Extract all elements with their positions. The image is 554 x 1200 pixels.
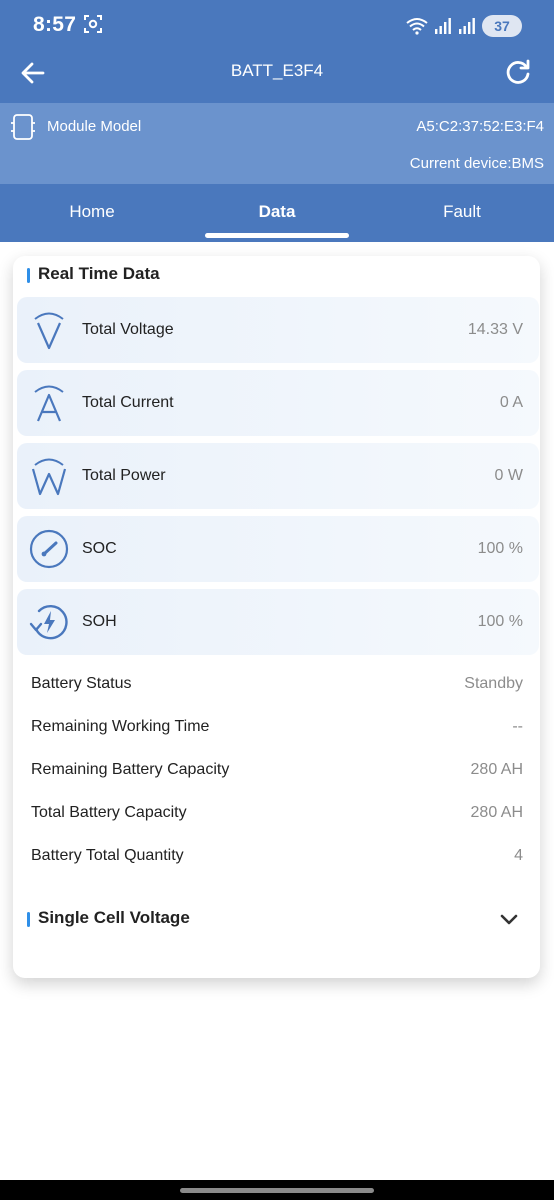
metric-label: SOC [82,540,117,557]
metric-value: 0 W [494,467,523,484]
health-icon [29,604,68,640]
tab-fault[interactable]: Fault [370,184,554,238]
app-bar: BATT_E3F4 [0,52,554,104]
info-row-remaining-capacity: Remaining Battery Capacity 280 AH [13,756,540,786]
signal-icon [435,18,451,34]
battery-level: 37 [494,18,510,34]
info-value: -- [512,718,523,735]
module-icon [11,114,35,140]
voltage-icon [34,312,64,350]
tab-data[interactable]: Data [185,184,369,238]
metric-label: Total Current [82,394,174,411]
info-label: Remaining Battery Capacity [31,761,230,778]
metric-value: 100 % [477,613,523,630]
power-icon [31,458,67,496]
module-model-label: Module Model [47,118,142,135]
section-accent-bar [27,268,30,283]
metric-soh: SOH 100 % [17,589,539,655]
real-time-header: Real Time Data [13,262,540,290]
metric-value: 0 A [499,394,523,411]
section-accent-bar [27,912,30,927]
info-row-total-quantity: Battery Total Quantity 4 [13,842,540,872]
metric-label: Total Power [82,467,166,484]
info-value: 280 AH [470,804,523,821]
metric-total-voltage: Total Voltage 14.33 V [17,297,539,363]
status-bar: 8:57 37 [0,0,554,52]
metric-total-power: Total Power 0 W [17,443,539,509]
screen-record-icon [84,15,102,33]
info-row-remaining-time: Remaining Working Time -- [13,713,540,743]
info-row-battery-status: Battery Status Standby [13,670,540,700]
battery-indicator: 37 [482,15,522,37]
info-label: Battery Total Quantity [31,847,184,864]
signal-icon [459,18,475,34]
info-row-total-capacity: Total Battery Capacity 280 AH [13,799,540,829]
module-info-band: Module Model A5:C2:37:52:E3:F4 Current d… [0,103,554,184]
active-tab-indicator [205,233,349,238]
refresh-button[interactable] [504,58,532,86]
current-icon [34,385,64,422]
metric-value: 100 % [477,540,523,557]
status-icons: 37 [406,14,522,38]
gauge-icon [29,529,69,569]
metric-label: SOH [82,613,117,630]
tab-home[interactable]: Home [0,184,184,238]
tab-bar: Home Data Fault [0,184,554,242]
info-label: Total Battery Capacity [31,804,187,821]
info-label: Remaining Working Time [31,718,210,735]
current-device: Current device:BMS [409,155,544,172]
status-time: 8:57 [33,13,77,36]
chevron-down-icon[interactable] [498,908,520,930]
metric-label: Total Voltage [82,321,174,338]
info-value: Standby [464,675,523,692]
page-title: BATT_E3F4 [230,61,324,80]
real-time-title: Real Time Data [38,264,160,283]
info-label: Battery Status [31,675,132,692]
single-cell-title: Single Cell Voltage [38,908,190,927]
wifi-icon [406,18,428,35]
mac-address: A5:C2:37:52:E3:F4 [416,118,544,135]
metric-soc: SOC 100 % [17,516,539,582]
info-value: 280 AH [470,761,523,778]
single-cell-voltage-toggle[interactable]: Single Cell Voltage [13,906,540,934]
info-value: 4 [514,847,523,864]
metric-total-current: Total Current 0 A [17,370,539,436]
data-card: Real Time Data Total Voltage 14.33 V Tot… [13,256,540,978]
home-indicator[interactable] [180,1188,374,1193]
metric-value: 14.33 V [467,321,523,338]
